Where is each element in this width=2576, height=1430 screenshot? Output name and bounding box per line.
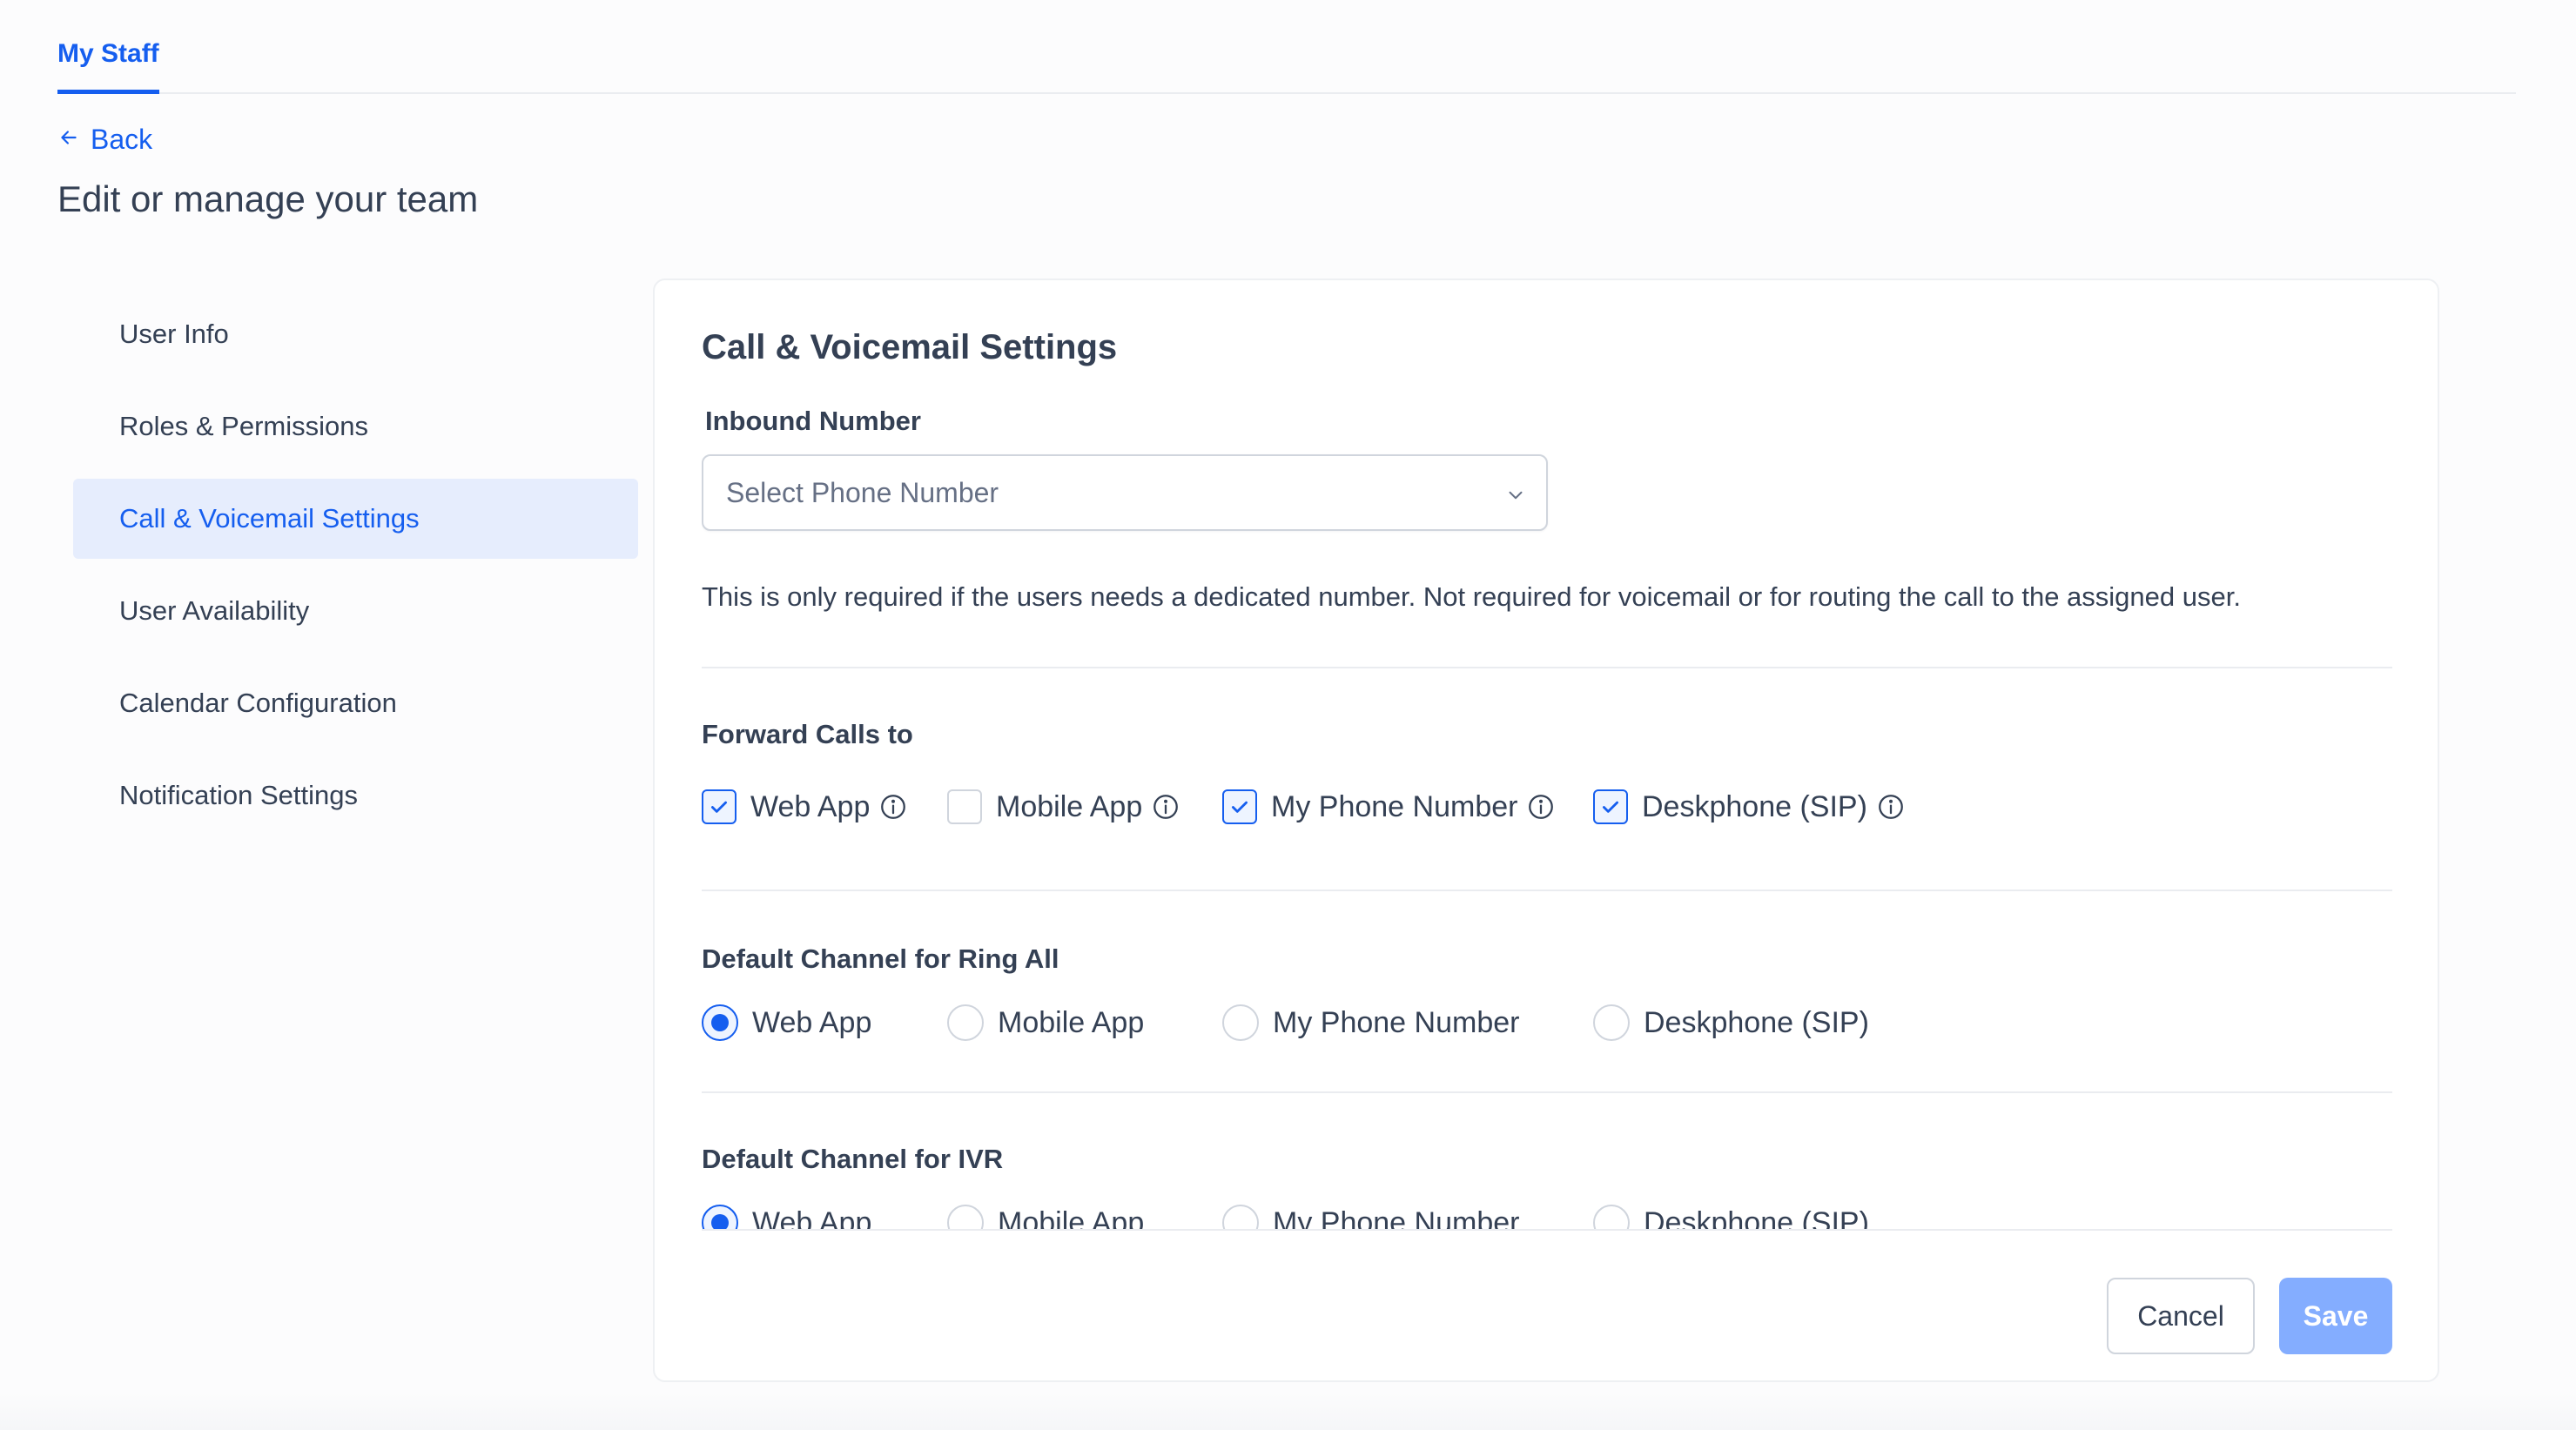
option-label: My Phone Number	[1273, 1005, 1520, 1039]
section-divider	[702, 890, 2392, 891]
ivr-mobile-app-radio[interactable]	[947, 1205, 984, 1229]
ring-all-mobile-app-option[interactable]: Mobile App	[947, 1001, 1144, 1044]
sidebar-item-label: Call & Voicemail Settings	[119, 503, 420, 534]
forward-calls-label: Forward Calls to	[702, 719, 913, 749]
save-button[interactable]: Save	[2279, 1278, 2392, 1354]
page-title: Edit or manage your team	[57, 178, 479, 219]
sidebar-item-call-voicemail-settings[interactable]: Call & Voicemail Settings	[73, 479, 638, 559]
ring-all-options: Web App Mobile App My Phone Number Deskp…	[702, 1001, 2392, 1044]
ivr-options: Web App Mobile App My Phone Number Deskp…	[702, 1201, 2392, 1229]
option-label: Mobile App	[998, 1005, 1145, 1039]
ring-all-web-app-radio[interactable]	[702, 1004, 738, 1041]
inbound-number-select[interactable]: Select Phone Number	[702, 454, 1548, 531]
check-icon	[1603, 801, 1618, 813]
forward-calls-options: Web App Mobile App My Phone Number Deskp	[702, 785, 2392, 829]
bottom-edge-shadow	[0, 1393, 2576, 1430]
back-link[interactable]: Back	[57, 122, 152, 157]
section-divider	[702, 667, 2392, 668]
option-label: Deskphone (SIP)	[1644, 1205, 1869, 1230]
settings-sidebar: User Info Roles & Permissions Call & Voi…	[73, 294, 638, 848]
forward-mobile-app-checkbox[interactable]	[947, 789, 982, 824]
inbound-number-label: Inbound Number	[705, 406, 921, 436]
ring-all-deskphone-radio[interactable]	[1593, 1004, 1630, 1041]
ivr-web-app-radio[interactable]	[702, 1205, 738, 1229]
ivr-mobile-app-option[interactable]: Mobile App	[947, 1201, 1144, 1229]
settings-scroll-area[interactable]: Call & Voicemail Settings Inbound Number…	[702, 280, 2392, 1229]
option-label: My Phone Number	[1273, 1205, 1520, 1230]
sidebar-item-notification-settings[interactable]: Notification Settings	[73, 755, 638, 836]
info-icon[interactable]	[878, 792, 908, 822]
sidebar-item-label: Notification Settings	[119, 780, 358, 810]
option-label: Deskphone (SIP)	[1644, 1005, 1869, 1039]
info-icon[interactable]	[1876, 792, 1906, 822]
forward-web-app-checkbox[interactable]	[702, 789, 736, 824]
check-icon	[711, 801, 727, 813]
check-icon	[1232, 801, 1248, 813]
sidebar-item-user-availability[interactable]: User Availability	[73, 571, 638, 651]
sidebar-item-user-info[interactable]: User Info	[73, 294, 638, 374]
top-tab-bar: My Staff	[57, 0, 2516, 94]
ivr-label: Default Channel for IVR	[702, 1144, 1004, 1174]
sidebar-item-label: Calendar Configuration	[119, 688, 397, 718]
info-icon[interactable]	[1151, 792, 1180, 822]
call-voicemail-settings-panel: Call & Voicemail Settings Inbound Number…	[653, 279, 2439, 1382]
sidebar-item-calendar-configuration[interactable]: Calendar Configuration	[73, 663, 638, 743]
forward-deskphone-option[interactable]: Deskphone (SIP)	[1593, 785, 1906, 829]
sidebar-item-label: User Info	[119, 319, 229, 349]
option-label: Web App	[750, 789, 871, 823]
option-label: My Phone Number	[1271, 789, 1518, 823]
forward-my-phone-number-option[interactable]: My Phone Number	[1222, 785, 1556, 829]
option-label: Mobile App	[998, 1205, 1145, 1230]
sidebar-item-label: Roles & Permissions	[119, 411, 368, 441]
ring-all-mobile-app-radio[interactable]	[947, 1004, 984, 1041]
chevron-down-icon	[1509, 491, 1523, 500]
footer-divider	[702, 1229, 2392, 1231]
forward-mobile-app-option[interactable]: Mobile App	[947, 785, 1180, 829]
forward-deskphone-checkbox[interactable]	[1593, 789, 1628, 824]
option-label: Web App	[752, 1005, 872, 1039]
ring-all-web-app-option[interactable]: Web App	[702, 1001, 871, 1044]
ivr-my-phone-number-option[interactable]: My Phone Number	[1222, 1201, 1519, 1229]
section-divider	[702, 1091, 2392, 1093]
info-icon[interactable]	[1526, 792, 1556, 822]
back-label: Back	[91, 123, 153, 155]
ivr-web-app-option[interactable]: Web App	[702, 1201, 871, 1229]
option-label: Deskphone (SIP)	[1642, 789, 1867, 823]
ring-all-my-phone-number-radio[interactable]	[1222, 1004, 1259, 1041]
ivr-deskphone-radio[interactable]	[1593, 1205, 1630, 1229]
arrow-left-icon	[57, 124, 80, 156]
option-label: Web App	[752, 1205, 872, 1230]
cancel-button[interactable]: Cancel	[2107, 1278, 2255, 1354]
forward-my-phone-number-checkbox[interactable]	[1222, 789, 1257, 824]
forward-web-app-option[interactable]: Web App	[702, 785, 908, 829]
option-label: Mobile App	[996, 789, 1143, 823]
panel-title: Call & Voicemail Settings	[702, 328, 1118, 366]
sidebar-item-label: User Availability	[119, 595, 310, 626]
ring-all-deskphone-option[interactable]: Deskphone (SIP)	[1593, 1001, 1869, 1044]
tab-my-staff[interactable]: My Staff	[57, 37, 159, 94]
ring-all-my-phone-number-option[interactable]: My Phone Number	[1222, 1001, 1519, 1044]
inbound-number-helper-text: This is only required if the users needs…	[702, 581, 2241, 612]
ring-all-label: Default Channel for Ring All	[702, 943, 1059, 974]
ivr-my-phone-number-radio[interactable]	[1222, 1205, 1259, 1229]
sidebar-item-roles-permissions[interactable]: Roles & Permissions	[73, 386, 638, 467]
inbound-number-placeholder: Select Phone Number	[726, 476, 999, 508]
ivr-deskphone-option[interactable]: Deskphone (SIP)	[1593, 1201, 1869, 1229]
